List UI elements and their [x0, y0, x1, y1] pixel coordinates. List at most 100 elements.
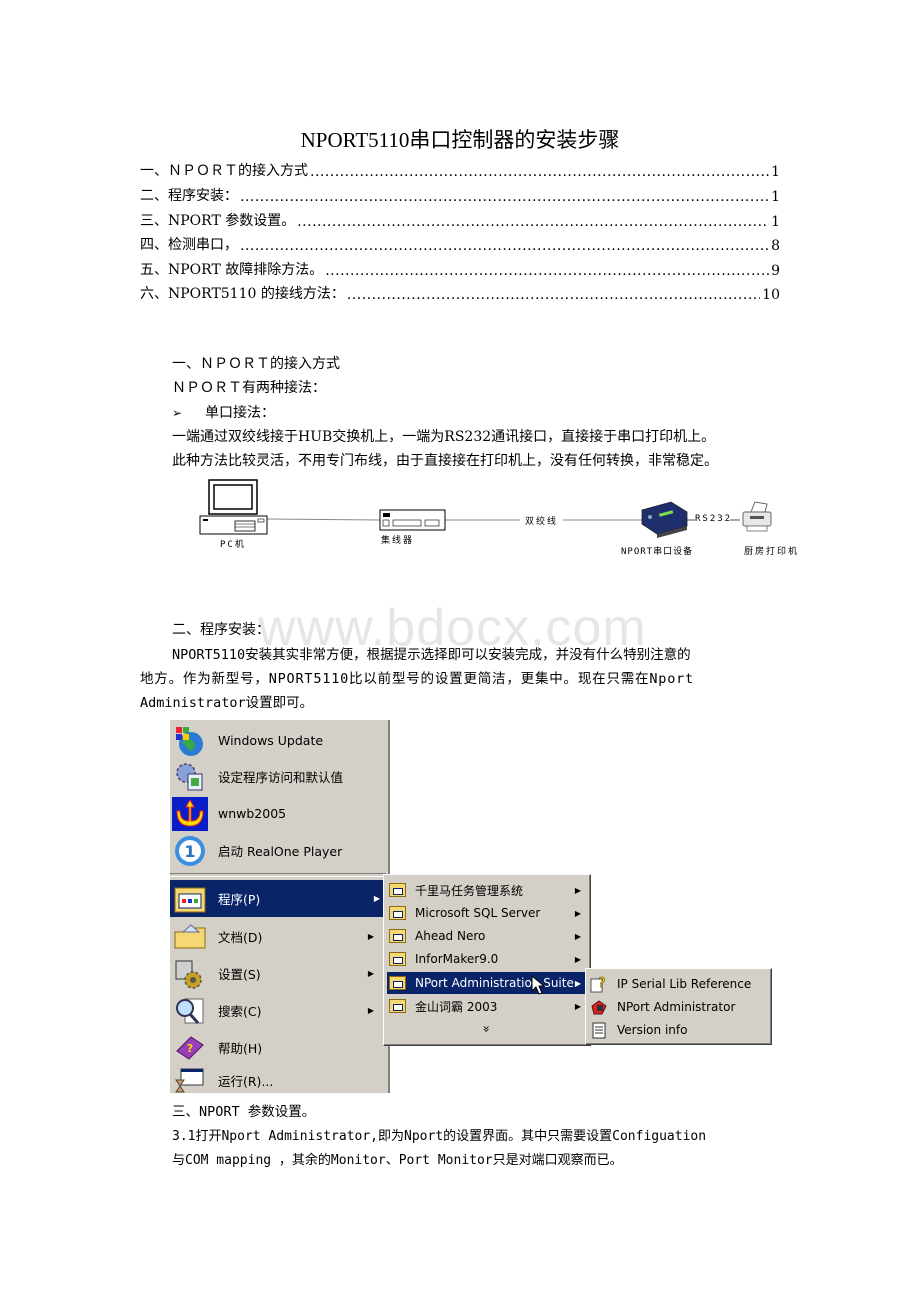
submenu-item[interactable]: InforMaker9.0 ▶: [387, 948, 587, 970]
submenu-item[interactable]: Microsoft SQL Server ▶: [387, 902, 587, 924]
wnwb-trident-icon: [172, 796, 208, 831]
submenu-arrow-icon: ▶: [367, 1006, 374, 1015]
submenu-item[interactable]: 千里马任务管理系统 ▶: [387, 879, 587, 901]
menu-item-label: 帮助(H): [218, 1041, 263, 1056]
program-group-folder-icon: [387, 974, 407, 992]
programs-icon: [172, 882, 208, 916]
menu-separator: [170, 873, 386, 877]
submenu-item-nport-administrator[interactable]: NPort Administrator: [589, 996, 767, 1018]
submenu-item-label: NPort Administrator: [617, 1000, 736, 1014]
run-icon: [172, 1063, 208, 1097]
section1-line1: 一端通过双绞线接于HUB交换机上，一端为RS232通讯接口，直接接于串口打印机上…: [172, 429, 716, 445]
submenu-arrow-icon: ▶: [367, 969, 374, 978]
program-group-folder-icon: [387, 950, 407, 968]
menu-item-label: 文档(D): [218, 930, 263, 945]
section1-line2: 此种方法比较灵活，不用专门布线，由于直接接在打印机上，没有任何转换，非常稳定。: [172, 453, 718, 469]
submenu-item-label: 金山词霸 2003: [415, 999, 498, 1014]
help-document-icon: ?: [589, 975, 609, 993]
settings-icon: [172, 957, 208, 991]
menu-item-wnwb2005[interactable]: wnwb2005: [170, 795, 380, 832]
toc-page: 9: [771, 263, 780, 279]
svg-text:?: ?: [187, 1042, 193, 1055]
toc-leader: [325, 263, 769, 279]
menu-item-label: 启动 RealOne Player: [218, 844, 343, 859]
submenu-arrow-icon: ▶: [367, 932, 374, 941]
help-icon: ?: [172, 1031, 208, 1065]
nport-admin-icon: [589, 998, 609, 1016]
section2-line1: NPORT5110安装其实非常方便，根据提示选择即可以安装完成，并没有什么特别注…: [172, 647, 691, 663]
svg-text:?: ?: [598, 976, 606, 991]
menu-item-label: Windows Update: [218, 733, 324, 748]
programs-submenu: 千里马任务管理系统 ▶ Microsoft SQL Server ▶ Ahead N…: [383, 874, 591, 1046]
menu-item-help[interactable]: ? 帮助(H): [170, 1029, 380, 1066]
menu-item-label: wnwb2005: [218, 806, 287, 821]
pc-label: PC机: [220, 540, 246, 550]
windows-update-icon: [172, 724, 208, 758]
submenu-arrow-icon: ▶: [574, 931, 581, 941]
nport-suite-submenu: ? IP Serial Lib Reference NPort Administ…: [585, 968, 772, 1045]
toc-entry[interactable]: 二、程序安装： 1: [140, 185, 780, 205]
submenu-item-label: Version info: [617, 1023, 688, 1037]
documents-icon: [172, 920, 208, 954]
program-group-folder-icon: [387, 997, 407, 1015]
submenu-arrow-icon: ▶: [574, 1001, 581, 1011]
section2-heading: 二、程序安装：: [172, 622, 270, 638]
toc-leader: [240, 189, 769, 205]
menu-item-program-access[interactable]: 设定程序访问和默认值: [170, 758, 380, 795]
rs232-label: RS232: [695, 514, 733, 524]
program-group-folder-icon: [387, 881, 407, 899]
toc-entry[interactable]: 一、ＮＰＯＲＴ的接入方式 1: [140, 160, 780, 180]
toc-entry[interactable]: 四、检测串口， 8: [140, 234, 780, 254]
nport-label: NPORT串口设备: [621, 547, 694, 557]
pc-computer-icon: [199, 479, 268, 535]
submenu-item-version-info[interactable]: Version info: [589, 1019, 767, 1041]
toc-label: 六、NPORT5110 的接线方法：: [140, 286, 345, 302]
menu-item-realone[interactable]: 1 启动 RealOne Player: [170, 832, 380, 869]
notepad-icon: [589, 1021, 609, 1039]
section1-intro: ＮＰＯＲＴ有两种接法：: [172, 380, 326, 396]
menu-item-run[interactable]: 运行(R)...: [170, 1066, 380, 1094]
section3-heading: 三、NPORT 参数设置。: [172, 1104, 316, 1120]
chevron-double-down-icon: »: [480, 1025, 494, 1033]
toc-page: 1: [771, 189, 780, 205]
hub-label: 集线器: [381, 536, 415, 546]
program-group-folder-icon: [387, 904, 407, 922]
section2-line2: 地方。作为新型号，NPORT5110比以前型号的设置更简洁，更集中。现在只需在N…: [140, 671, 694, 687]
submenu-item[interactable]: Ahead Nero ▶: [387, 925, 587, 947]
submenu-item-ip-serial-lib[interactable]: ? IP Serial Lib Reference: [589, 973, 767, 995]
bullet-text: 单口接法：: [204, 405, 275, 421]
menu-item-documents[interactable]: 文档(D) ▶: [170, 918, 380, 955]
search-icon: [172, 994, 208, 1028]
toc-entry[interactable]: 五、NPORT 故障排除方法。 9: [140, 259, 780, 279]
menu-item-programs[interactable]: 程序(P) ▶: [170, 880, 386, 917]
pc-hub-cable: [266, 518, 381, 521]
submenu-item-label: InforMaker9.0: [415, 952, 499, 966]
bullet-arrow-icon: ➢: [172, 406, 183, 420]
section2-line3: Administrator设置即可。: [140, 695, 314, 711]
menu-item-search[interactable]: 搜索(C) ▶: [170, 992, 380, 1029]
document-title: NPORT5110串口控制器的安装步骤: [300, 128, 620, 152]
section3-line2: 与COM mapping ，其余的Monitor、Port Monitor只是对…: [172, 1153, 623, 1168]
submenu-item-nport-suite[interactable]: NPort Administration Suite ▶: [387, 972, 587, 995]
section1-bullet: ➢ 单口接法：: [172, 401, 792, 425]
toc-entry[interactable]: 三、NPORT 参数设置。 1: [140, 210, 780, 230]
toc-label: 一、ＮＰＯＲＴ的接入方式: [140, 163, 308, 179]
menu-item-settings[interactable]: 设置(S) ▶: [170, 955, 380, 992]
menu-item-label: 搜索(C): [218, 1004, 262, 1019]
program-access-icon: [172, 760, 208, 794]
printer-icon: [742, 501, 772, 532]
hub-icon: [379, 509, 446, 531]
cable-label: 双绞线: [525, 514, 559, 527]
submenu-arrow-icon: ▶: [574, 954, 581, 964]
toc-label: 三、NPORT 参数设置。: [140, 213, 296, 229]
menu-item-label: 设定程序访问和默认值: [218, 770, 344, 785]
section1-heading: 一、ＮＰＯＲＴ的接入方式: [172, 356, 340, 372]
toc-entry[interactable]: 六、NPORT5110 的接线方法： 10: [140, 283, 780, 303]
submenu-item-label: Microsoft SQL Server: [415, 906, 541, 920]
expand-more-button[interactable]: »: [387, 1018, 587, 1040]
toc-label: 五、NPORT 故障排除方法。: [140, 262, 324, 278]
section3-line1: 3.1打开Nport Administrator,即为Nport的设置界面。其中…: [172, 1129, 707, 1144]
realone-icon: 1: [172, 834, 208, 868]
menu-item-windows-update[interactable]: Windows Update: [170, 722, 380, 759]
submenu-item[interactable]: 金山词霸 2003 ▶: [387, 995, 587, 1017]
